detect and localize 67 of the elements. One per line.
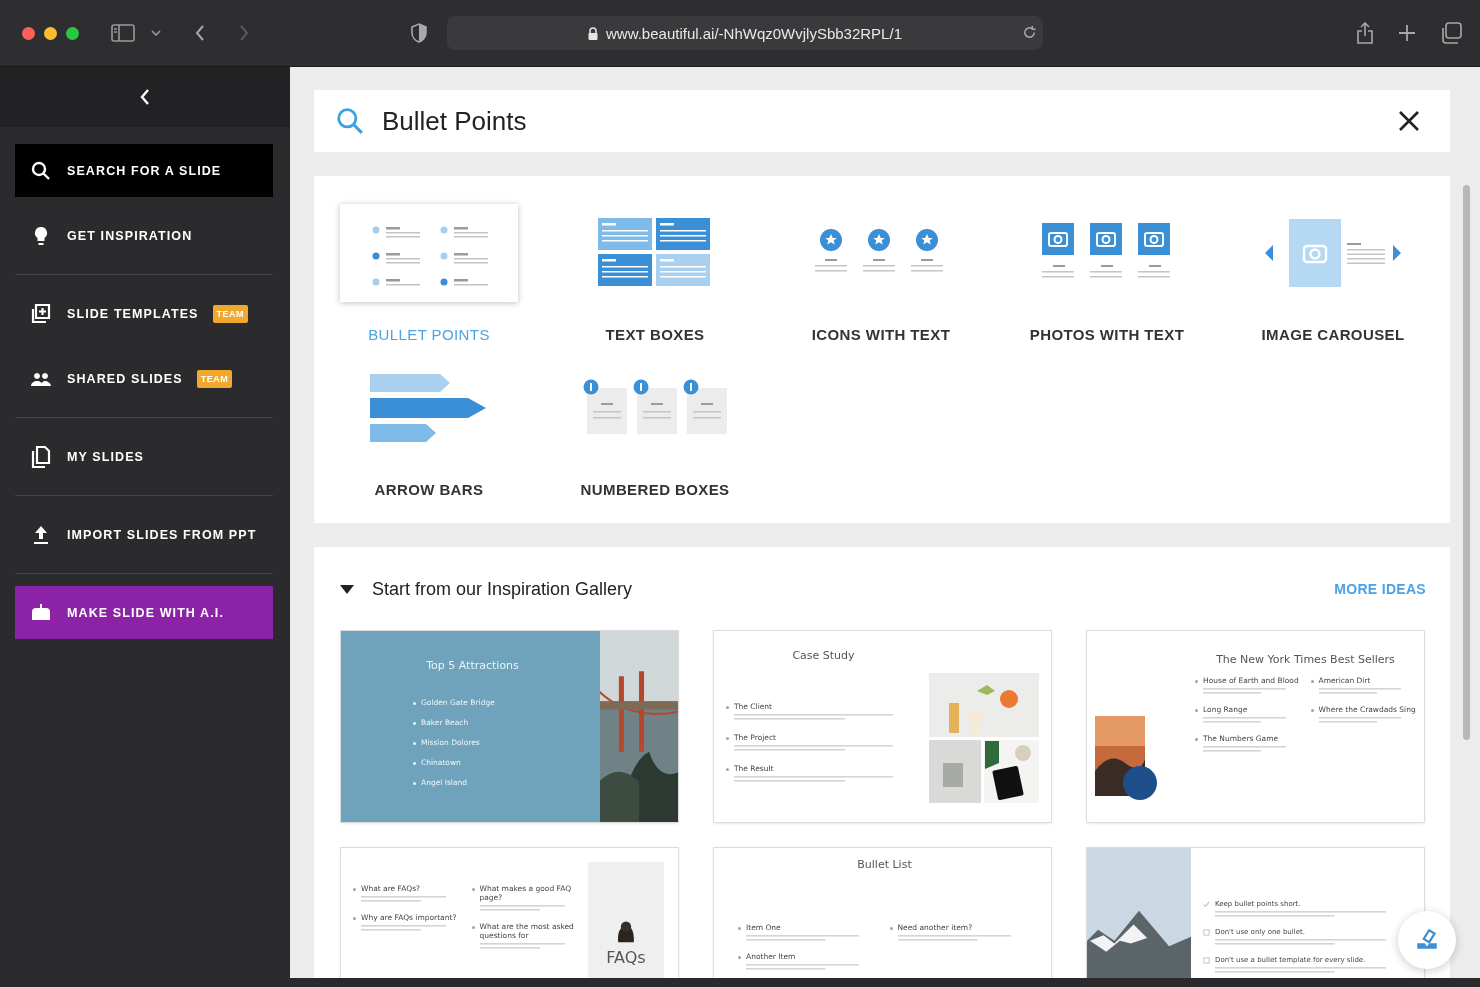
sidebar-toggle-icon[interactable] [111, 23, 135, 43]
new-tab-icon[interactable] [1398, 24, 1416, 42]
zoom-window-button[interactable] [66, 26, 79, 40]
close-icon[interactable] [1398, 110, 1420, 132]
check-icon [1203, 901, 1210, 908]
shield-icon[interactable] [411, 23, 427, 43]
lock-icon [588, 26, 598, 40]
bullet-icon [1195, 738, 1198, 741]
template-option[interactable]: IMAGE CAROUSEL [1220, 202, 1446, 357]
search-field[interactable]: Bullet Points [314, 90, 1450, 152]
search-input[interactable]: Bullet Points [380, 104, 1382, 138]
bullet-icon [413, 702, 416, 705]
template-option[interactable]: TEXT BOXES [542, 202, 768, 357]
minimize-window-button[interactable] [44, 26, 57, 40]
image-carousel-icon [1263, 218, 1403, 288]
template-option[interactable]: ARROW BARS [316, 357, 542, 509]
bullet-icon [413, 722, 416, 725]
text-boxes-icon [598, 218, 712, 288]
sidebar-item[interactable]: SHARED SLIDES TEAM [15, 352, 273, 405]
url-text: www.beautiful.ai/-NhWqz0WvjlySbb32RPL/1 [606, 24, 902, 42]
share-icon[interactable] [1356, 22, 1374, 44]
bullet-icon [471, 926, 475, 929]
template-option[interactable]: NUMBERED BOXES [542, 357, 768, 509]
bullet-icon [353, 917, 356, 920]
caret-icon [340, 584, 354, 594]
bullet-icon [726, 768, 729, 771]
gallery-toggle[interactable]: Start from our Inspiration Gallery [340, 578, 633, 600]
slide-panel-title: FAQs [606, 948, 646, 967]
slide-title: Top 5 Attractions [425, 659, 520, 672]
bullet-icon [471, 888, 475, 891]
bullet-icon [1195, 709, 1198, 712]
sidebar-item[interactable]: SEARCH FOR A SLIDE [15, 144, 273, 197]
bullet-icon [413, 762, 416, 765]
scrollbar-thumb[interactable] [1463, 185, 1470, 740]
sidebar-item[interactable]: MY SLIDES [15, 430, 273, 483]
sidebar-item[interactable]: SLIDE TEMPLATES TEAM [15, 287, 273, 340]
chevron-down-icon[interactable] [151, 30, 161, 36]
bullet-icon [889, 927, 893, 930]
template-option[interactable]: ICONS WITH TEXT [768, 202, 994, 357]
bullet-icon [726, 706, 729, 709]
sidebar-item[interactable]: GET INSPIRATION [15, 209, 273, 262]
slide-title: The New York Times Best Sellers [1215, 653, 1396, 666]
bullet-icon [1310, 709, 1314, 712]
bullet-icon [413, 742, 416, 745]
team-badge: TEAM [196, 369, 233, 388]
slide-title: Case Study [791, 649, 856, 662]
bullet-icon [353, 888, 356, 891]
address-bar[interactable]: www.beautiful.ai/-NhWqz0WvjlySbb32RPL/1 [447, 16, 1043, 50]
reload-icon[interactable] [1022, 25, 1037, 40]
bullet-icon [413, 782, 416, 785]
sidebar-item[interactable]: MAKE SLIDE WITH A.I. [15, 586, 273, 639]
collapse-chevron-icon[interactable] [140, 89, 150, 105]
bullet-icon [738, 956, 741, 959]
search-icon [336, 107, 364, 135]
bullet-icon [726, 737, 729, 740]
back-icon[interactable] [195, 25, 205, 41]
close-window-button[interactable] [22, 26, 35, 40]
slide-title: Bullet List [856, 858, 913, 871]
add-slide-icon [29, 301, 53, 326]
tabs-overview-icon[interactable] [1440, 22, 1462, 44]
bullet-icon [1195, 680, 1198, 683]
bullet-icon [1310, 680, 1314, 683]
pages-icon [29, 444, 53, 469]
sidebar-item[interactable]: IMPORT SLIDES FROM PPT [15, 508, 273, 561]
bullet-icon [738, 927, 741, 930]
template-option[interactable]: PHOTOS WITH TEXT [994, 202, 1220, 357]
team-badge: TEAM [212, 304, 249, 323]
